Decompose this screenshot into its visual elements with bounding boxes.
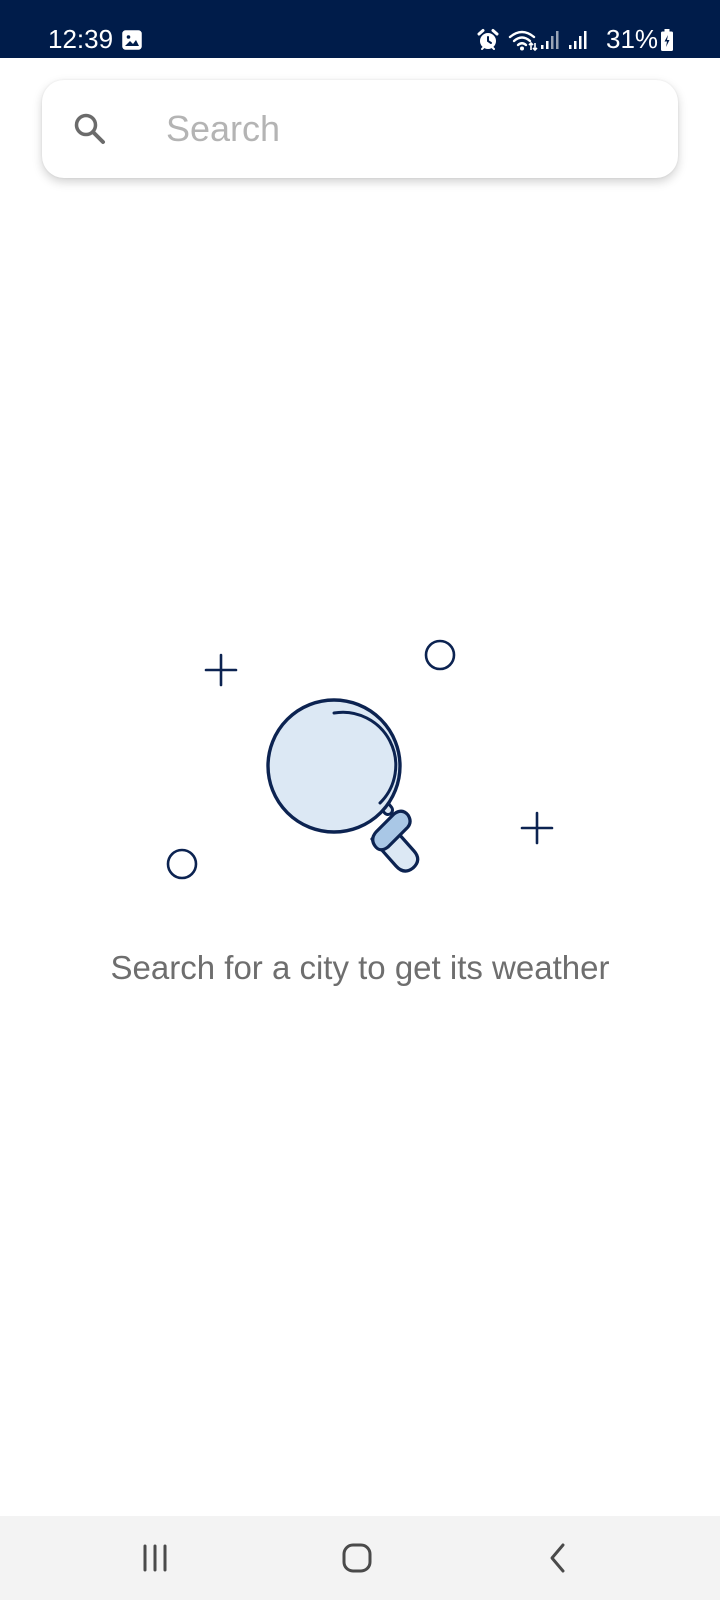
back-button[interactable] [498,1516,618,1600]
wifi-icon [508,30,538,52]
navigation-bar [0,1516,720,1600]
battery-percentage: 31% [606,24,659,54]
sparkle-circle-icon [166,848,198,880]
recent-apps-button[interactable] [95,1516,215,1600]
home-button[interactable] [297,1516,417,1600]
empty-state-illustration [166,639,554,880]
sparkle-plus-icon [204,653,238,687]
gallery-notification-icon [122,30,142,50]
recent-apps-icon [143,1544,167,1572]
sparkle-circle-icon [424,639,456,671]
battery-charging-icon [661,29,673,51]
signal-icon [569,31,587,49]
weather-search-screen: 12:39 31% Search Search for a city to ge… [0,0,720,1600]
status-time: 12:39 [48,24,114,54]
empty-state-message: Search for a city to get its weather [110,949,610,986]
sparkle-plus-icon [520,811,554,845]
search-input[interactable] [166,100,646,158]
home-icon [342,1543,372,1573]
alarm-icon [477,29,499,50]
magnifying-glass-icon [266,698,420,873]
signal-icon [541,31,559,49]
status-bar: 12:39 31% [0,0,720,58]
back-icon [550,1543,565,1573]
search-icon[interactable] [72,111,108,147]
